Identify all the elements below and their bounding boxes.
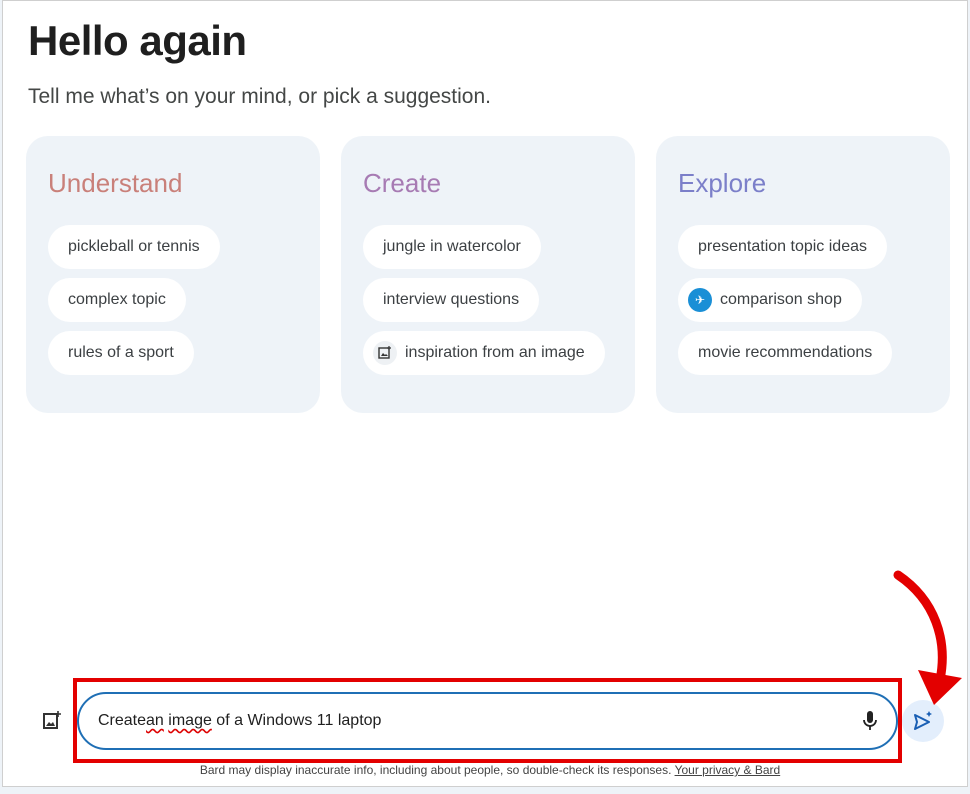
chip-label: comparison shop: [720, 291, 842, 308]
suggestion-chip[interactable]: rules of a sport: [48, 331, 194, 375]
suggestion-chip[interactable]: complex topic: [48, 278, 186, 322]
card-create: Create jungle in watercolor interview qu…: [341, 136, 635, 413]
airplane-icon: ✈: [688, 288, 712, 312]
bard-window: Hello again Tell me what’s on your mind,…: [2, 0, 968, 787]
arrow-annotation: [893, 570, 962, 705]
privacy-link[interactable]: Your privacy & Bard: [675, 763, 781, 777]
chip-label: interview questions: [383, 291, 520, 308]
disclaimer-text: Bard may display inaccurate info, includ…: [199, 763, 672, 777]
chip-label: inspiration from an image: [405, 344, 585, 361]
card-understand: Understand pickleball or tennis complex …: [26, 136, 320, 413]
upload-image-icon[interactable]: [42, 710, 62, 735]
chip-label: movie recommendations: [698, 344, 873, 361]
suggestion-chip[interactable]: inspiration from an image: [363, 331, 605, 375]
chip-label: presentation topic ideas: [698, 238, 867, 255]
chip-label: pickleball or tennis: [68, 238, 200, 255]
send-icon: [914, 711, 932, 730]
image-add-icon: [373, 341, 397, 365]
suggestion-chip[interactable]: pickleball or tennis: [48, 225, 220, 269]
card-heading: Create: [363, 168, 442, 198]
suggestion-chip[interactable]: movie recommendations: [678, 331, 893, 375]
card-heading: Understand: [48, 168, 183, 198]
highlight-annotation: [73, 678, 902, 763]
chip-label: complex topic: [68, 291, 166, 308]
suggestion-chip[interactable]: presentation topic ideas: [678, 225, 887, 269]
suggestion-chip[interactable]: jungle in watercolor: [363, 225, 541, 269]
chip-label: jungle in watercolor: [383, 238, 521, 255]
chip-label: rules of a sport: [68, 344, 174, 361]
page-title: Hello again: [28, 17, 247, 64]
suggestion-chip[interactable]: interview questions: [363, 278, 540, 322]
card-heading: Explore: [678, 168, 767, 198]
suggestion-chip[interactable]: ✈ comparison shop: [678, 278, 862, 322]
disclaimer: Bard may display inaccurate info, includ…: [0, 763, 970, 777]
page-subtitle: Tell me what’s on your mind, or pick a s…: [28, 85, 492, 108]
card-explore: Explore presentation topic ideas ✈ compa…: [656, 136, 950, 413]
